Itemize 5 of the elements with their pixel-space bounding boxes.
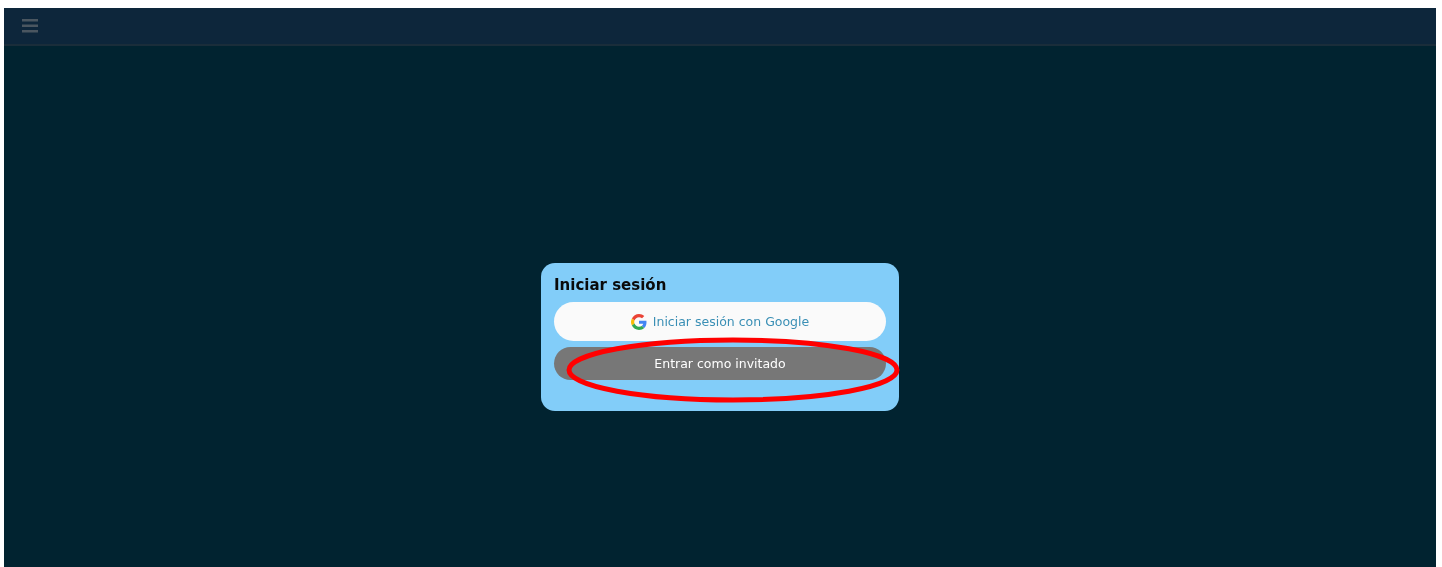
login-title: Iniciar sesión (554, 276, 668, 294)
menu-icon[interactable] (22, 19, 38, 33)
google-icon (630, 313, 647, 330)
guest-login-button[interactable]: Entrar como invitado (554, 347, 886, 380)
google-sign-in-button[interactable]: Iniciar sesión con Google (554, 302, 886, 341)
